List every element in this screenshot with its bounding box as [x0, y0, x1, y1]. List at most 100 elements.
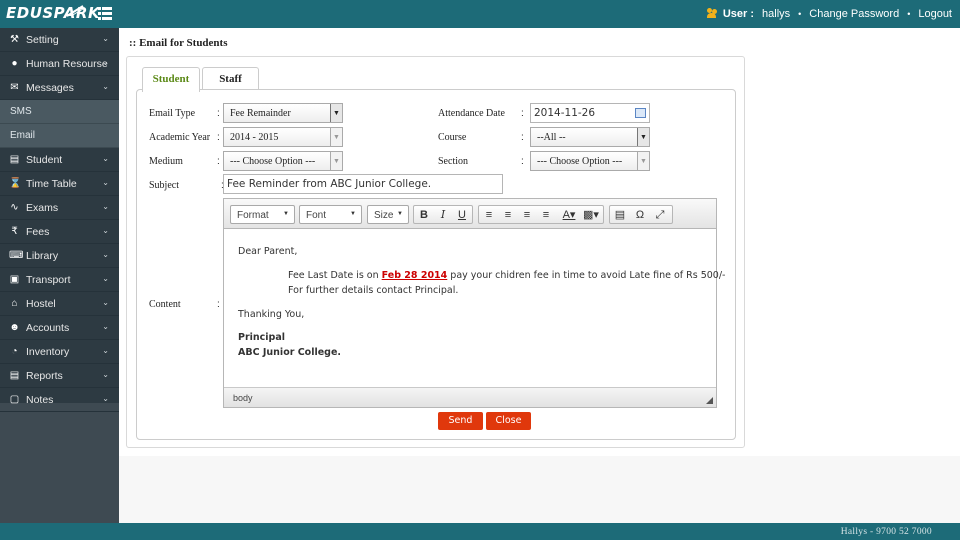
align-right-icon[interactable]: ≡ — [519, 208, 535, 222]
sidebar-item-student[interactable]: ▤ Student ⌄ — [0, 148, 119, 172]
text-style-group: B I U — [413, 205, 473, 224]
logo-swoosh-icon — [66, 5, 84, 17]
hourglass-icon: ⌛ — [9, 178, 22, 189]
special-character-icon[interactable]: Ω — [632, 208, 648, 222]
align-left-icon[interactable]: ≡ — [481, 208, 497, 222]
chevron-down-icon: ⌄ — [102, 394, 109, 403]
academic-year-value: 2014 - 2015 — [230, 132, 279, 143]
sidebar-item-accounts[interactable]: ☻ Accounts ⌄ — [0, 316, 119, 340]
calendar-icon[interactable] — [635, 108, 646, 118]
signature-title: Principal — [238, 332, 286, 343]
logout-link[interactable]: Logout — [918, 8, 952, 20]
user-name-link[interactable]: hallys — [762, 8, 790, 20]
fee-notice-prefix: Fee Last Date is on — [288, 270, 382, 281]
maximize-icon[interactable]: ⤢ — [652, 208, 668, 222]
content-footer-area — [119, 456, 960, 523]
resize-handle-icon[interactable] — [706, 397, 713, 404]
text-color-icon[interactable]: A▾ — [559, 208, 579, 222]
italic-icon[interactable]: I — [435, 208, 451, 222]
caret-down-icon: ▼ — [350, 211, 356, 217]
close-button[interactable]: Close — [486, 412, 531, 430]
sidebar-item-fees[interactable]: ₹ Fees ⌄ — [0, 220, 119, 244]
page-title: :: Email for Students — [129, 37, 228, 49]
contact-principal-text: For further details contact Principal. — [288, 285, 459, 296]
envelope-icon: ✉ — [10, 82, 19, 93]
sidebar-item-exams[interactable]: ∿ Exams ⌄ — [0, 196, 119, 220]
background-color-icon[interactable]: ▩▾ — [581, 208, 601, 222]
chevron-down-icon: ⌄ — [102, 58, 109, 67]
editor-body[interactable]: Dear Parent, Fee Last Date is on Feb 28 … — [224, 230, 725, 386]
sidebar-item-label: Human Resourse — [26, 58, 108, 70]
sidebar-item-hostel[interactable]: ⌂ Hostel ⌄ — [0, 292, 119, 316]
top-bar: EDUSPARK User : hallys • Change Password… — [0, 0, 960, 28]
tab-student[interactable]: Student — [142, 67, 200, 92]
thanks-text: Thanking You, — [238, 309, 305, 320]
sidebar-item-library[interactable]: ⌨ Library ⌄ — [0, 244, 119, 268]
person-icon: ● — [11, 58, 18, 69]
medium-value: --- Choose Option --- — [230, 156, 316, 167]
sidebar-item-transport[interactable]: ▣ Transport ⌄ — [0, 268, 119, 292]
send-button[interactable]: Send — [438, 412, 483, 430]
user-label: User : — [722, 8, 755, 20]
colon: : — [521, 156, 524, 167]
colon: : — [217, 156, 220, 167]
sidebar-item-label: Notes — [26, 394, 54, 406]
size-combo-label: Size — [374, 210, 394, 221]
format-combo[interactable]: Format ▼ — [230, 205, 295, 224]
sidebar-subitem-sms[interactable]: SMS — [0, 100, 119, 124]
insert-group: ▤ Ω ⤢ — [609, 205, 673, 224]
course-select[interactable]: --All -- ▼ — [530, 127, 650, 147]
sidebar-menu: ⚒ Setting ⌄ ● Human Resourse ⌄ ✉ Message… — [0, 28, 119, 412]
sidebar-item-label: Inventory — [26, 346, 70, 358]
sidebar-item-label: Time Table — [26, 178, 77, 190]
chevron-down-icon: ⌄ — [102, 82, 109, 91]
sidebar-item-messages[interactable]: ✉ Messages ⌄ — [0, 76, 119, 100]
book-icon: ⌨ — [9, 250, 24, 261]
sidebar-item-inventory[interactable]: ◔ Inventory ⌄ — [0, 340, 119, 364]
separator: • — [798, 9, 802, 19]
sidebar-item-notes[interactable]: ▢ Notes ⌄ — [0, 388, 119, 412]
sidebar-item-label: Library — [26, 250, 59, 262]
sidebar-item-label: Fees — [26, 226, 50, 238]
rupee-icon: ₹ — [11, 226, 18, 237]
section-select[interactable]: --- Choose Option --- ▼ — [530, 151, 650, 171]
sidebar-item-time-table[interactable]: ⌛ Time Table ⌄ — [0, 172, 119, 196]
change-password-link[interactable]: Change Password — [809, 8, 899, 20]
chevron-down-icon: ⌄ — [102, 226, 109, 235]
sidebar-item-reports[interactable]: ▤ Reports ⌄ — [0, 364, 119, 388]
users-icon: ☻ — [9, 322, 20, 333]
image-icon[interactable]: ▤ — [612, 208, 628, 222]
menu-toggle-icon[interactable] — [98, 7, 112, 21]
colon: : — [217, 132, 220, 143]
caret-down-icon: ▼ — [330, 152, 342, 170]
alignment-group: ≡ ≡ ≡ ≡ A▾ ▩▾ — [478, 205, 604, 224]
user-menu: User : hallys • Change Password • Logout — [706, 8, 952, 20]
attendance-date-value: 2014-11-26 — [534, 107, 596, 119]
editor-status-bar: body — [224, 387, 716, 407]
sidebar-item-human-resourse[interactable]: ● Human Resourse ⌄ — [0, 52, 119, 76]
academic-year-select[interactable]: 2014 - 2015 ▼ — [223, 127, 343, 147]
subject-input[interactable]: Fee Reminder from ABC Junior College. — [223, 174, 503, 194]
attendance-date-input[interactable]: 2014-11-26 — [530, 103, 650, 123]
brand-logo: EDUSPARK — [6, 4, 101, 22]
sidebar-item-setting[interactable]: ⚒ Setting ⌄ — [0, 28, 119, 52]
email-type-select[interactable]: Fee Remainder ▼ — [223, 103, 343, 123]
sidebar-subitem-email[interactable]: Email — [0, 124, 119, 148]
footer-bar — [0, 523, 960, 540]
align-justify-icon[interactable]: ≡ — [538, 208, 554, 222]
font-combo[interactable]: Font ▼ — [299, 205, 362, 224]
caret-down-icon: ▼ — [637, 128, 649, 146]
section-value: --- Choose Option --- — [537, 156, 623, 167]
medium-select[interactable]: --- Choose Option --- ▼ — [223, 151, 343, 171]
tab-staff[interactable]: Staff — [202, 67, 259, 91]
database-icon: ▤ — [9, 154, 20, 165]
bar-chart-icon: ▤ — [9, 370, 20, 381]
align-center-icon[interactable]: ≡ — [500, 208, 516, 222]
colon: : — [521, 108, 524, 119]
chevron-down-icon: ⌄ — [102, 34, 109, 43]
size-combo[interactable]: Size ▼ — [367, 205, 409, 224]
colon: : — [521, 132, 524, 143]
bold-icon[interactable]: B — [416, 208, 432, 222]
underline-icon[interactable]: U — [454, 208, 470, 222]
element-path[interactable]: body — [233, 393, 253, 403]
